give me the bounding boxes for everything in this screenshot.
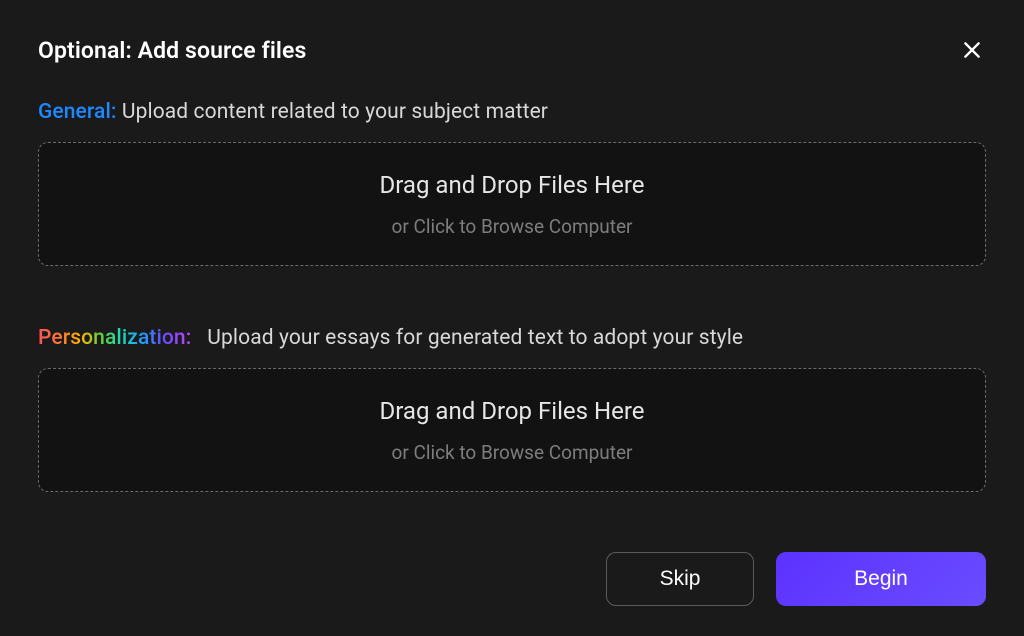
general-section-label: General: Upload content related to your … [38, 100, 986, 124]
general-description: Upload content related to your subject m… [122, 100, 548, 124]
general-drop-main-text: Drag and Drop Files Here [380, 171, 645, 199]
close-button[interactable] [958, 36, 986, 64]
personalization-description: Upload your essays for generated text to… [197, 326, 743, 350]
dialog-footer: Skip Begin [38, 552, 986, 606]
personalization-label: Personalization: [38, 326, 191, 350]
dialog-title: Optional: Add source files [38, 37, 306, 64]
close-icon [962, 40, 982, 60]
begin-button[interactable]: Begin [776, 552, 986, 606]
personalization-drop-sub-text: or Click to Browse Computer [392, 441, 633, 464]
personalization-dropzone[interactable]: Drag and Drop Files Here or Click to Bro… [38, 368, 986, 492]
dialog-header: Optional: Add source files [38, 36, 986, 64]
general-drop-sub-text: or Click to Browse Computer [392, 215, 633, 238]
general-label: General: [38, 100, 117, 124]
general-dropzone[interactable]: Drag and Drop Files Here or Click to Bro… [38, 142, 986, 266]
personalization-drop-main-text: Drag and Drop Files Here [380, 397, 645, 425]
skip-button[interactable]: Skip [606, 552, 754, 606]
personalization-section-label: Personalization: Upload your essays for … [38, 326, 986, 350]
